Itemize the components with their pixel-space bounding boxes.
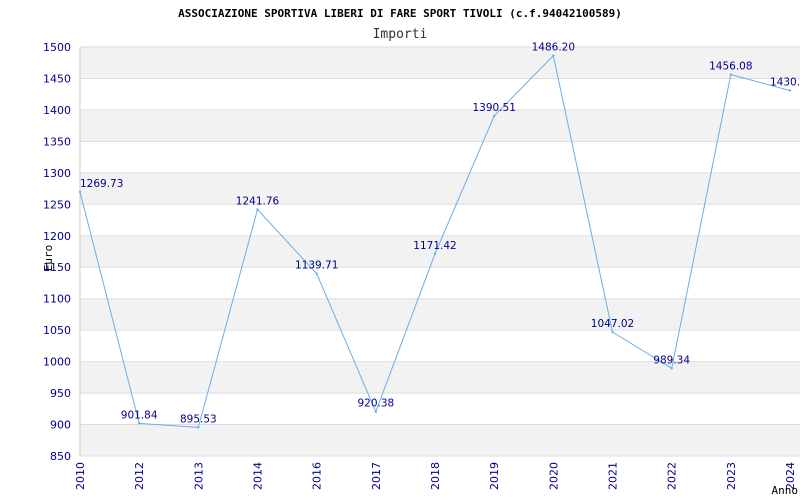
data-point [197,426,200,429]
y-tick-label: 1250 [43,198,71,211]
y-tick-label: 1350 [43,135,71,148]
data-label: 1390.51 [472,102,515,114]
data-point [611,330,614,334]
data-point [788,89,792,92]
data-label: 920.38 [357,398,394,410]
chart-title: ASSOCIAZIONE SPORTIVA LIBERI DI FARE SPO… [178,7,622,20]
y-tick-label: 950 [50,387,71,400]
data-label: 1139.71 [295,260,338,272]
grid-band [80,109,800,142]
x-tick-label: 2019 [488,462,501,490]
data-point [256,208,259,211]
x-tick-label: 2020 [547,462,560,490]
data-label: 989.34 [653,354,690,366]
data-label: 1241.76 [236,195,280,207]
data-point [670,367,673,370]
x-tick-label: 2013 [192,462,205,490]
grid-band [80,47,800,79]
y-tick-label: 1200 [43,230,71,243]
grid-band [80,172,800,205]
importi-line-chart: ASSOCIAZIONE SPORTIVA LIBERI DI FARE SPO… [42,7,800,497]
data-label: 901.84 [121,409,158,421]
data-point [315,272,318,275]
y-tick-label: 1100 [43,293,71,306]
x-tick-label: 2014 [252,462,265,490]
data-label: 1486.20 [532,42,575,54]
data-point [433,252,437,255]
data-label: 1456.08 [709,61,752,73]
grid-band [80,361,800,394]
x-tick-label: 2022 [666,462,679,490]
x-tick-label: 2010 [74,462,87,490]
data-label: 1269.73 [80,178,123,190]
y-tick-label: 850 [50,450,71,463]
data-point [374,410,378,413]
data-label: 1171.42 [413,240,456,252]
y-tick-label: 1500 [43,41,71,54]
y-tick-label: 1450 [43,72,71,85]
y-axis-label: Euro [42,245,55,272]
grid-band [80,298,800,331]
grid-band [80,424,800,456]
y-tick-label: 1400 [43,104,71,117]
chart-subtitle: Importi [373,27,428,42]
y-tick-label: 1050 [43,324,71,337]
x-tick-label: 2023 [725,462,738,490]
data-point [78,190,82,194]
y-tick-label: 900 [50,419,71,432]
x-tick-label: 2012 [133,462,146,490]
x-tick-label: 2018 [429,462,442,490]
x-axis-label: Anno [772,484,799,497]
data-point [729,73,733,76]
x-tick-label: 2016 [311,462,324,490]
x-tick-label: 2021 [607,462,620,490]
y-tick-label: 1300 [43,167,71,180]
data-point [552,54,555,57]
data-label: 895.53 [180,413,217,425]
y-tick-label: 1000 [43,356,71,369]
x-tick-label: 2017 [370,462,383,490]
x-axis-ticks: 2010 2012 2013 2014 2016 2017 2018 2019 2020 2021… [74,462,797,490]
data-label: 1047.02 [591,318,634,330]
data-point [492,114,496,118]
data-point [137,422,141,425]
data-label: 1430.9 [770,76,800,88]
